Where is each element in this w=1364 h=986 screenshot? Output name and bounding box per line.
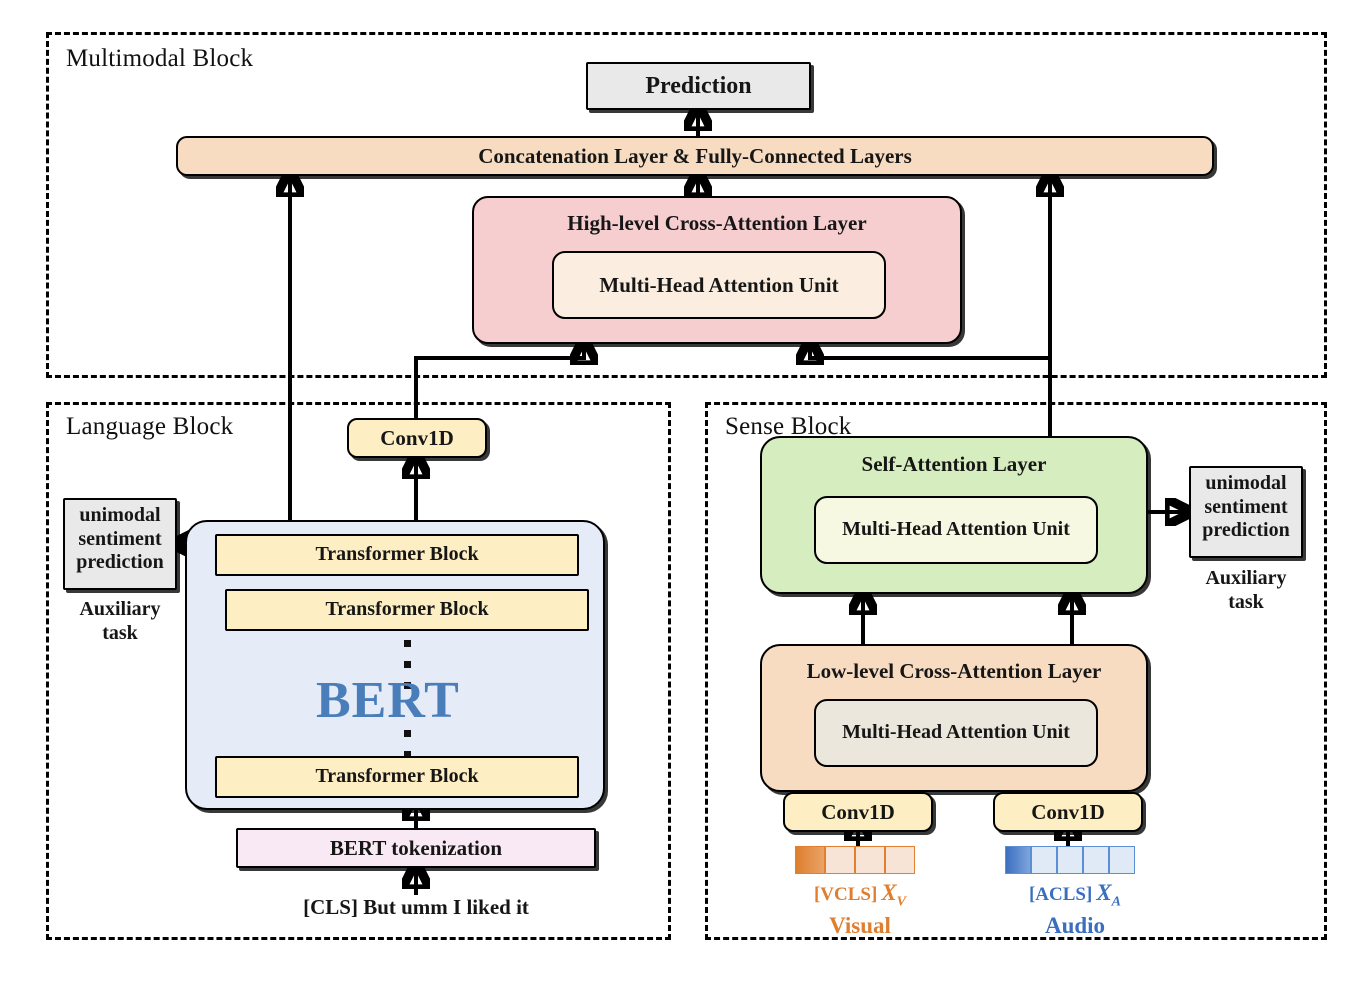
transformer-block-1[interactable]: Transformer Block <box>215 534 579 576</box>
transformer-block-2-label: Transformer Block <box>325 598 489 621</box>
high-level-cross-attention-box[interactable]: High-level Cross-Attention Layer Multi-H… <box>472 196 962 344</box>
visual-token-cell <box>855 846 885 874</box>
bert-tokenization-label: BERT tokenization <box>329 835 503 860</box>
transformer-block-3[interactable]: Transformer Block <box>215 756 579 798</box>
visual-conv1d-box[interactable]: Conv1D <box>783 792 933 832</box>
sense-aux-prediction-box[interactable]: unimodal sentiment prediction <box>1189 466 1303 558</box>
audio-token-strip <box>1005 846 1135 874</box>
audio-conv1d-label: Conv1D <box>1031 799 1105 824</box>
prediction-label: Prediction <box>645 72 752 99</box>
language-aux-prediction-box[interactable]: unimodal sentiment prediction <box>63 498 177 590</box>
low-level-cross-attention-label: Low-level Cross-Attention Layer <box>806 659 1102 683</box>
low-level-mha-label: Multi-Head Attention Unit <box>842 721 1070 744</box>
audio-cls-token: [ACLS] <box>1028 884 1093 905</box>
language-input-text: [CLS] But umm I liked it <box>303 895 529 919</box>
audio-conv1d-box[interactable]: Conv1D <box>993 792 1143 832</box>
transformer-block-2[interactable]: Transformer Block <box>225 589 589 631</box>
bert-wordmark: BERT <box>316 672 460 729</box>
audio-token-cell-cls <box>1005 846 1031 874</box>
audio-modality-name: Audio <box>1044 912 1106 938</box>
sense-aux-line-2: sentiment <box>1204 495 1288 518</box>
audio-modality-label: [ACLS] XA Audio <box>975 880 1175 939</box>
self-attention-box[interactable]: Self-Attention Layer Multi-Head Attentio… <box>760 436 1148 594</box>
self-attention-mha-label: Multi-Head Attention Unit <box>842 518 1070 541</box>
transformer-block-1-label: Transformer Block <box>315 543 479 566</box>
low-level-mha-box[interactable]: Multi-Head Attention Unit <box>814 699 1098 767</box>
language-conv1d-box[interactable]: Conv1D <box>347 418 487 458</box>
language-aux-caption: Auxiliary task <box>63 597 177 645</box>
audio-token-cell <box>1057 846 1083 874</box>
visual-token-strip <box>795 846 915 874</box>
visual-modality-label: [VCLS] XV Visual <box>760 880 960 939</box>
audio-symbol: XA <box>1096 880 1122 910</box>
high-level-cross-attention-label: High-level Cross-Attention Layer <box>567 211 867 235</box>
sense-aux-caption: Auxiliary task <box>1189 566 1303 614</box>
language-aux-line-3: prediction <box>76 551 164 574</box>
concatenation-layer-label: Concatenation Layer & Fully-Connected La… <box>478 143 912 168</box>
sense-aux-line-1: unimodal <box>1205 472 1287 494</box>
language-aux-caption-line-1: Auxiliary <box>79 598 161 620</box>
concatenation-layer-box[interactable]: Concatenation Layer & Fully-Connected La… <box>176 136 1214 176</box>
self-attention-mha-box[interactable]: Multi-Head Attention Unit <box>814 496 1098 564</box>
audio-token-cell <box>1109 846 1135 874</box>
visual-token-cell <box>825 846 855 874</box>
arrow-sense-to-highcross <box>810 344 1050 358</box>
visual-cls-token: [VCLS] <box>813 884 878 905</box>
sense-aux-caption-line-1: Auxiliary <box>1205 567 1287 589</box>
visual-modality-name: Visual <box>829 912 891 938</box>
language-aux-line-2: sentiment <box>78 527 162 550</box>
prediction-box[interactable]: Prediction <box>586 62 811 110</box>
high-level-mha-label: Multi-Head Attention Unit <box>599 272 839 297</box>
low-level-cross-attention-box[interactable]: Low-level Cross-Attention Layer Multi-He… <box>760 644 1148 792</box>
language-aux-line-1: unimodal <box>79 504 161 526</box>
visual-symbol: XV <box>881 880 907 910</box>
audio-token-cell <box>1083 846 1109 874</box>
transformer-block-3-label: Transformer Block <box>315 765 479 788</box>
bert-tokenization-box[interactable]: BERT tokenization <box>236 828 596 868</box>
sense-aux-caption-line-2: task <box>1228 591 1264 613</box>
sense-aux-line-3: prediction <box>1202 519 1290 542</box>
language-conv1d-label: Conv1D <box>380 425 454 450</box>
visual-conv1d-label: Conv1D <box>821 799 895 824</box>
audio-token-cell <box>1031 846 1057 874</box>
visual-token-cell-cls <box>795 846 825 874</box>
language-aux-caption-line-2: task <box>102 622 138 644</box>
self-attention-label: Self-Attention Layer <box>861 452 1047 476</box>
visual-token-cell <box>885 846 915 874</box>
diagram-canvas: Multimodal Block Prediction Concatenatio… <box>0 0 1364 986</box>
bert-container: Transformer Block Transformer Block BERT… <box>185 520 605 810</box>
high-level-mha-box[interactable]: Multi-Head Attention Unit <box>552 251 886 319</box>
